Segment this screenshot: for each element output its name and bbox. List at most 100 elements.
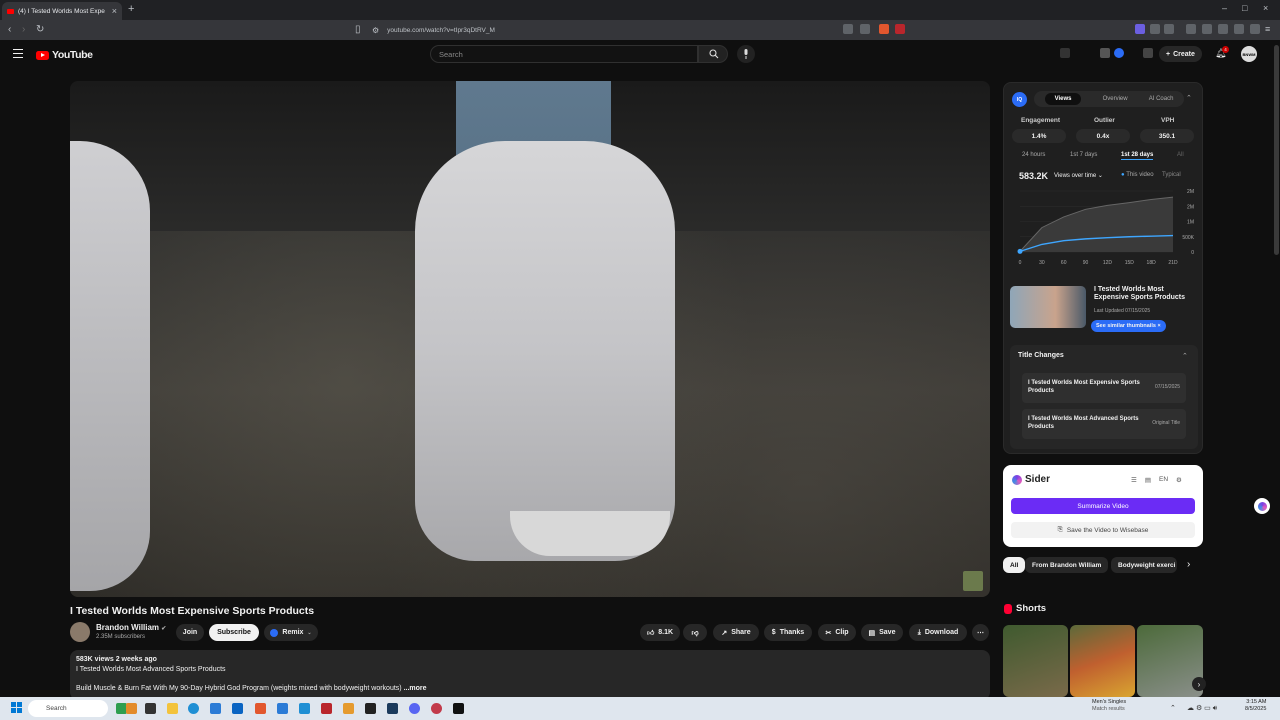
chip-from-channel[interactable]: From Brandon William	[1025, 557, 1109, 573]
rewards-icon[interactable]	[895, 24, 905, 34]
subscribe-button[interactable]: Subscribe	[209, 624, 259, 641]
steam-icon[interactable]	[387, 703, 398, 714]
new-tab-icon[interactable]: +	[128, 3, 134, 15]
join-button[interactable]: Join	[176, 624, 204, 641]
extension-icon[interactable]	[1218, 24, 1228, 34]
channel-watermark[interactable]	[963, 571, 983, 591]
brave-shield-icon[interactable]	[879, 24, 889, 34]
extension-icon[interactable]	[1150, 24, 1160, 34]
discord-icon[interactable]	[409, 703, 420, 714]
voice-search-button[interactable]	[737, 45, 755, 63]
youtube-logo[interactable]: YouTube	[36, 49, 93, 61]
description-box[interactable]: 583K views 2 weeks ago I Tested Worlds M…	[70, 650, 990, 700]
summarize-video-button[interactable]: Summarize Video	[1011, 498, 1195, 514]
share-page-icon[interactable]	[860, 24, 870, 34]
page-scrollbar[interactable]	[1274, 45, 1279, 255]
taskbar-widget[interactable]: Men's Singles Match results	[1092, 699, 1126, 713]
collapse-icon[interactable]: ⌃	[1186, 94, 1192, 102]
settings-icon[interactable]: ⚙	[1176, 476, 1182, 484]
extension-icon[interactable]	[1135, 24, 1145, 34]
site-info-icon[interactable]: ⚙	[372, 26, 379, 35]
url-bar[interactable]: ⚙ youtube.com/watch?v=tIpr3qDtRV_M	[350, 22, 910, 38]
clip-button[interactable]: ✂ Clip	[818, 624, 856, 641]
app-icon[interactable]	[145, 703, 156, 714]
short-thumbnail[interactable]	[1003, 625, 1068, 697]
app-icon[interactable]	[321, 703, 332, 714]
app-icon[interactable]	[453, 703, 464, 714]
show-more-link[interactable]: ...more	[404, 685, 427, 692]
layout-icon[interactable]: ▤	[1145, 476, 1151, 484]
more-actions-button[interactable]: ⋯	[972, 624, 989, 641]
menu-icon[interactable]: ≡	[1265, 24, 1275, 34]
video-player[interactable]	[70, 81, 990, 597]
chip-bodyweight[interactable]: Bodyweight exerci	[1111, 557, 1177, 573]
sidebar-toggle-icon[interactable]	[1202, 24, 1212, 34]
back-icon[interactable]: ‹	[8, 24, 11, 35]
save-button[interactable]: ▤ Save	[861, 624, 903, 641]
tab-overview[interactable]: Overview	[1103, 96, 1128, 102]
vscode-icon[interactable]	[277, 703, 288, 714]
dislike-button[interactable]: 👎︎	[683, 624, 707, 641]
maximize-icon[interactable]: □	[1242, 3, 1247, 13]
remix-button[interactable]: Remix ⌄	[264, 624, 318, 641]
extension-icon[interactable]	[1100, 48, 1110, 58]
chip-all[interactable]: All	[1003, 557, 1026, 573]
range-7-days[interactable]: 1st 7 days	[1070, 152, 1097, 158]
minimize-icon[interactable]: –	[1222, 3, 1227, 13]
shorts-next-icon[interactable]: ›	[1192, 677, 1206, 691]
vidiq-stats-icon[interactable]	[1060, 48, 1070, 58]
edge-icon[interactable]	[188, 703, 199, 714]
music-icon[interactable]	[1186, 24, 1196, 34]
close-tab-icon[interactable]: ×	[112, 6, 117, 16]
app-icon[interactable]	[299, 703, 310, 714]
list-icon[interactable]: ☰	[1131, 476, 1137, 484]
vidiq-icon[interactable]	[1114, 48, 1124, 58]
app-icon[interactable]	[431, 703, 442, 714]
tray-icons[interactable]: ☁ ⚙ ▭ 🔊︎	[1187, 704, 1217, 713]
collapse-icon[interactable]: ⌃	[1182, 352, 1188, 360]
search-button[interactable]	[698, 45, 728, 63]
hamburger-menu-icon[interactable]	[13, 49, 23, 60]
tab-ai-coach[interactable]: AI Coach	[1149, 96, 1174, 102]
app-icon[interactable]	[365, 703, 376, 714]
share-button[interactable]: ↗ Share	[713, 624, 759, 641]
tray-chevron-icon[interactable]: ⌃	[1170, 704, 1176, 712]
outlook-icon[interactable]	[232, 703, 243, 714]
close-window-icon[interactable]: ×	[1263, 3, 1268, 13]
brave-icon[interactable]	[255, 703, 266, 714]
range-all[interactable]: All	[1177, 152, 1184, 158]
see-similar-thumbnails-button[interactable]: See similar thumbnails ×	[1091, 320, 1166, 332]
video-thumbnail[interactable]	[1010, 286, 1086, 328]
store-icon[interactable]	[210, 703, 221, 714]
views-over-time-dropdown[interactable]: Views over time ⌄	[1054, 172, 1103, 179]
language-toggle[interactable]: EN	[1159, 476, 1168, 484]
extension-icon[interactable]	[1164, 24, 1174, 34]
channel-avatar[interactable]	[70, 622, 90, 642]
browser-tab[interactable]: (4) I Tested Worlds Most Expe ×	[2, 2, 122, 20]
save-to-wisebase-button[interactable]: ⎘ Save the Video to Wisebase	[1011, 522, 1195, 538]
app-icon[interactable]	[126, 703, 137, 714]
search-input[interactable]: Search	[430, 45, 698, 63]
sider-floating-button[interactable]	[1254, 498, 1270, 514]
download-button[interactable]: ⤓ Download	[909, 624, 967, 641]
file-explorer-icon[interactable]	[167, 703, 178, 714]
create-button[interactable]: + Create	[1159, 46, 1202, 62]
like-button[interactable]: 👍︎ 8.1K	[640, 624, 680, 641]
taskbar-clock[interactable]: 3:15 AM 8/5/2025	[1245, 699, 1266, 714]
chevron-right-icon[interactable]: ›	[1187, 559, 1190, 570]
start-button[interactable]	[11, 702, 22, 713]
range-28-days[interactable]: 1st 28 days	[1121, 152, 1154, 160]
channel-name[interactable]: Brandon William ✔	[96, 623, 166, 632]
reload-icon[interactable]: ↻	[36, 24, 44, 35]
cast-icon[interactable]	[843, 24, 853, 34]
taskbar-search[interactable]: Search	[28, 700, 108, 717]
apps-icon[interactable]	[1143, 48, 1153, 58]
short-thumbnail[interactable]	[1070, 625, 1135, 697]
extension-icon[interactable]	[1234, 24, 1244, 34]
forward-icon[interactable]: ›	[22, 24, 25, 35]
range-24-hours[interactable]: 24 hours	[1022, 152, 1045, 158]
thanks-button[interactable]: $ Thanks	[764, 624, 812, 641]
account-avatar[interactable]: BNWM	[1241, 46, 1257, 62]
tab-views[interactable]: Views	[1044, 93, 1082, 105]
vpn-icon[interactable]	[1250, 24, 1260, 34]
